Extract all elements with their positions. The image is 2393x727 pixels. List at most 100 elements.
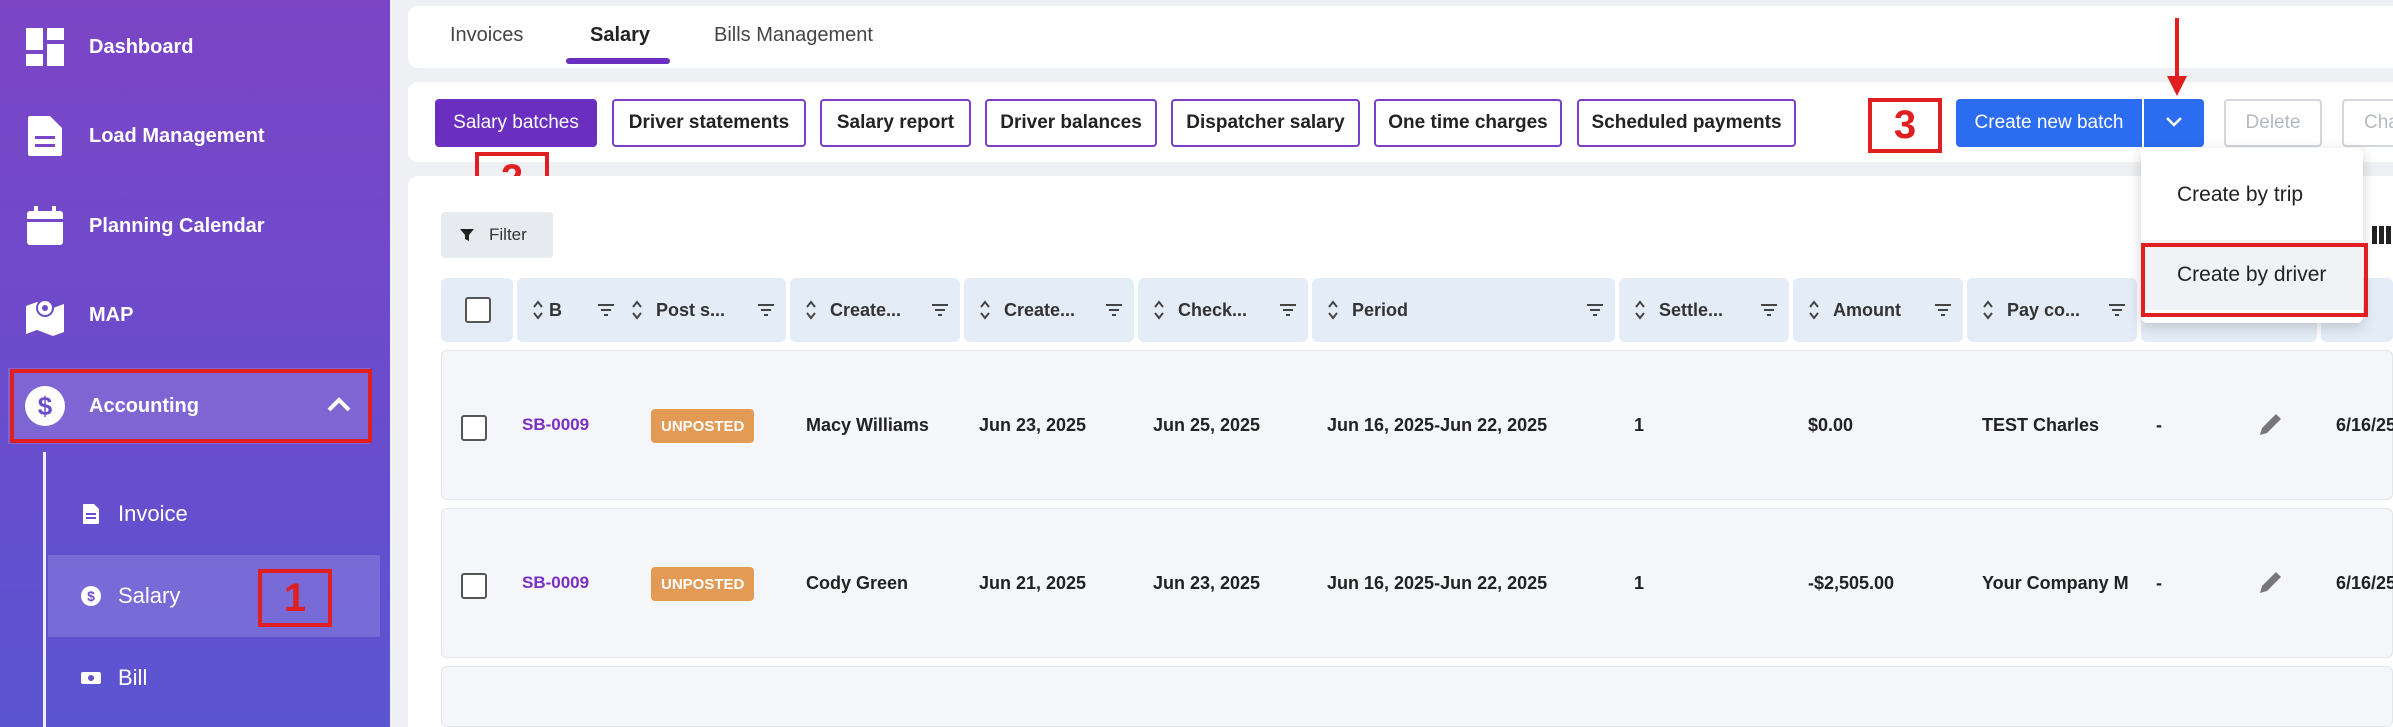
column-header-created-by[interactable]: Create... [790,278,960,342]
one-time-charges-button[interactable]: One time charges [1374,99,1562,147]
dispatcher-salary-button[interactable]: Dispatcher salary [1171,99,1360,147]
column-filter-icon[interactable] [1585,300,1605,320]
column-filter-icon[interactable] [2107,300,2127,320]
sort-icon[interactable] [1807,298,1821,322]
dashboard-icon [22,24,68,70]
filter-label: Filter [489,225,527,244]
column-header-amount[interactable]: Amount [1793,278,1963,342]
sort-icon[interactable] [531,298,545,322]
create-batch-dropdown-toggle[interactable] [2144,99,2204,147]
create-by-driver-option[interactable]: Create by driver [2141,240,2363,310]
change-button[interactable]: Cha [2342,99,2393,147]
document-icon [22,113,68,159]
select-all-header [441,278,513,342]
salary-batches-button[interactable]: Salary batches [435,99,597,147]
batch-id-link[interactable]: SB-0009 [522,573,598,593]
status-badge: UNPOSTED [651,567,755,601]
sort-icon[interactable] [630,298,644,322]
sort-icon[interactable] [1633,298,1647,322]
column-header-settlements[interactable]: Settle... [1619,278,1789,342]
filter-button[interactable]: Filter [441,212,553,258]
chevron-up-icon[interactable] [326,395,352,418]
column-header-post-status[interactable]: Post s... [616,278,786,342]
table-header: B Post s... Create... Create... Check...… [441,278,2393,342]
edit-icon[interactable] [2256,409,2286,444]
active-tab-indicator [566,58,670,64]
dash-cell: - [2156,415,2162,435]
column-filter-icon[interactable] [1278,300,1298,320]
driver-statements-button[interactable]: Driver statements [612,99,806,147]
table-row[interactable]: SB-0009 UNPOSTED Macy Williams Jun 23, 2… [441,350,2393,500]
table-row[interactable] [441,666,2393,727]
salary-report-button[interactable]: Salary report [820,99,971,147]
tab-salary[interactable]: Salary [590,24,650,47]
column-header-pay-company[interactable]: Pay co... [1967,278,2137,342]
column-filter-icon[interactable] [756,300,776,320]
settlements-cell: 1 [1634,415,1645,435]
columns-icon[interactable] [2372,226,2393,244]
pay-company-cell: TEST Charles [1982,415,2100,435]
column-header-created-date[interactable]: Create... [964,278,1134,342]
svg-text:$: $ [38,391,53,421]
column-filter-icon[interactable] [1104,300,1124,320]
create-by-trip-option[interactable]: Create by trip [2141,160,2363,230]
column-filter-icon[interactable] [1759,300,1779,320]
sort-icon[interactable] [804,298,818,322]
amount-cell: $0.00 [1808,415,1854,435]
column-filter-icon[interactable] [930,300,950,320]
created-date-cell: Jun 21, 2025 [979,573,1087,593]
table-row[interactable]: SB-0009 UNPOSTED Cody Green Jun 21, 2025… [441,508,2393,658]
sidebar: Dashboard Load Management Planning Calen… [0,0,390,727]
map-icon [22,292,68,338]
column-header-period[interactable]: Period [1312,278,1615,342]
created-by-cell: Macy Williams [806,415,929,435]
sort-icon[interactable] [1326,298,1340,322]
edit-icon[interactable] [2256,567,2286,602]
sidebar-item-map[interactable]: MAP [0,280,390,350]
tab-bills-management[interactable]: Bills Management [714,24,873,47]
period-cell: Jun 16, 2025-Jun 22, 2025 [1327,573,1548,593]
check-date-cell: Jun 25, 2025 [1153,415,1261,435]
annotation-marker-1: 1 [258,569,332,627]
amount-cell: -$2,505.00 [1808,573,1895,593]
dollar-circle-icon: $ [22,383,68,429]
create-new-batch-button[interactable]: Create new batch [1956,99,2142,147]
tab-invoices[interactable]: Invoices [450,24,523,47]
driver-balances-button[interactable]: Driver balances [985,99,1157,147]
column-filter-icon[interactable] [1933,300,1953,320]
sidebar-item-accounting[interactable]: $ Accounting [0,371,390,441]
sort-icon[interactable] [1981,298,1995,322]
check-date-cell: Jun 23, 2025 [1153,573,1261,593]
period-cell: Jun 16, 2025-Jun 22, 2025 [1327,415,1548,435]
batch-id-link[interactable]: SB-0009 [522,415,598,435]
create-batch-menu: Create by trip Create by driver [2141,148,2363,323]
svg-text:$: $ [87,588,95,604]
column-filter-icon[interactable] [596,300,616,320]
column-header-batch[interactable]: B [517,278,626,342]
sort-icon[interactable] [978,298,992,322]
sidebar-item-label: Planning Calendar [89,214,265,237]
row-checkbox[interactable] [461,573,487,599]
annotation-marker-3: 3 [1868,98,1942,153]
delete-button[interactable]: Delete [2224,99,2322,147]
sidebar-subitem-label: Invoice [118,501,188,526]
sidebar-item-planning-calendar[interactable]: Planning Calendar [0,191,390,261]
column-header-check-date[interactable]: Check... [1138,278,1308,342]
chevron-down-icon [2165,114,2183,132]
sidebar-item-label: Dashboard [89,35,194,58]
sidebar-item-label: MAP [89,303,134,326]
sidebar-subitem-label: Salary [118,583,181,608]
sort-icon[interactable] [1152,298,1166,322]
calendar-icon [22,203,68,249]
sidebar-subitem-label: Bill [118,665,148,690]
sidebar-item-invoice[interactable]: Invoice [48,473,380,555]
pay-company-cell: Your Company M [1982,573,2129,593]
select-all-checkbox[interactable] [465,297,491,323]
sidebar-item-bill[interactable]: Bill [48,637,380,719]
sidebar-item-load-management[interactable]: Load Management [0,101,390,171]
sidebar-item-dashboard[interactable]: Dashboard [0,12,390,82]
start-date-cell: 6/16/25 [2336,415,2393,435]
scheduled-payments-button[interactable]: Scheduled payments [1577,99,1796,147]
row-checkbox[interactable] [461,415,487,441]
invoice-icon [80,503,102,525]
